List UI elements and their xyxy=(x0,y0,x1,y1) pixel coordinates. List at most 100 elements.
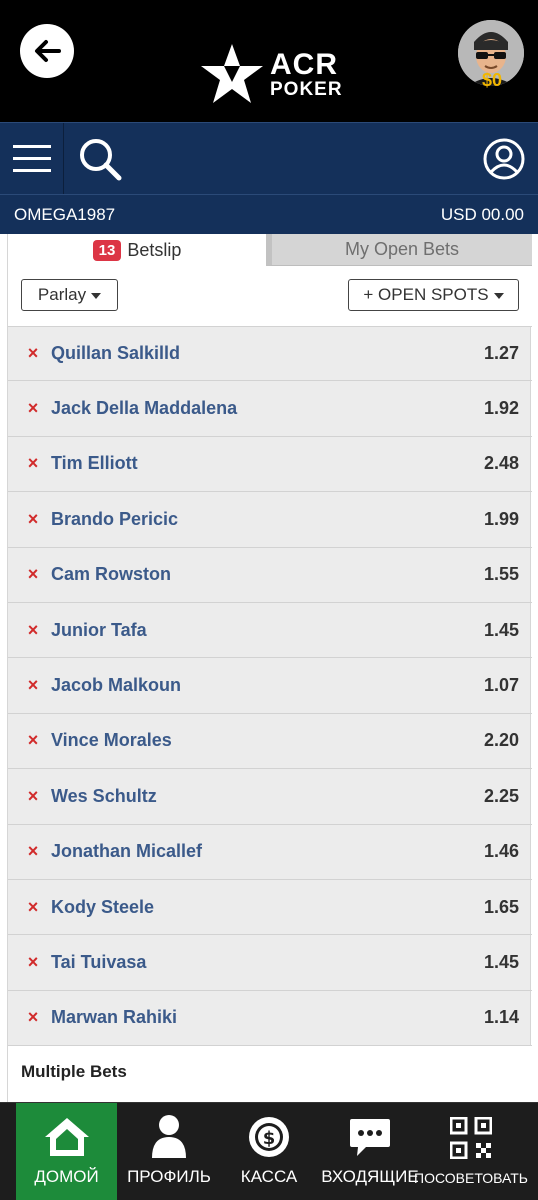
bet-selection-name: Brando Pericic xyxy=(51,508,179,529)
bet-selection-name: Junior Tafa xyxy=(51,619,147,640)
nav-profile[interactable]: ПРОФИЛЬ xyxy=(122,1103,216,1200)
multiple-bets-section: Multiple Bets xyxy=(8,1046,532,1102)
bet-row: × Junior Tafa 1.45 xyxy=(8,603,532,659)
bet-odds: 1.45 xyxy=(483,951,519,972)
bet-type-label: Parlay xyxy=(37,285,87,304)
open-spots-dropdown[interactable]: + OPEN SPOTS xyxy=(348,279,519,311)
bet-selection-name: Wes Schultz xyxy=(51,785,157,806)
user-circle-icon xyxy=(483,138,525,180)
svg-text:$: $ xyxy=(263,1128,276,1149)
remove-bet-icon[interactable]: × xyxy=(26,620,40,641)
bet-odds: 1.99 xyxy=(483,508,519,529)
bet-odds: 2.48 xyxy=(483,453,519,474)
nav-inbox-label: ВХОДЯЩИЕ xyxy=(321,1167,419,1186)
bet-selection-name: Jack Della Maddalena xyxy=(51,398,238,419)
tab-my-open-bets[interactable]: My Open Bets xyxy=(266,234,532,266)
bet-row: × Kody Steele 1.65 xyxy=(8,880,532,936)
hamburger-icon xyxy=(12,144,51,172)
remove-bet-icon[interactable]: × xyxy=(26,841,40,862)
bet-row: × Cam Rowston 1.55 xyxy=(8,548,532,603)
remove-bet-icon[interactable]: × xyxy=(26,730,40,751)
chat-bubble-icon xyxy=(350,1119,390,1156)
bet-selection-name: Jacob Malkoun xyxy=(51,675,182,696)
search-icon xyxy=(80,139,122,181)
remove-bet-icon[interactable]: × xyxy=(26,343,40,364)
bet-selection-name: Kody Steele xyxy=(51,896,155,917)
nav-home[interactable]: ДОМОЙ xyxy=(16,1103,117,1200)
account-bar: OMEGA1987 USD 00.00 xyxy=(0,194,538,234)
tab-betslip[interactable]: 13 Betslip xyxy=(8,234,266,266)
bet-odds: 1.45 xyxy=(483,619,519,640)
nav-inbox[interactable]: ВХОДЯЩИЕ xyxy=(320,1103,420,1200)
account-button[interactable] xyxy=(480,135,528,183)
betslip-tabs: 13 Betslip My Open Bets xyxy=(8,234,532,266)
bet-row: × Tim Elliott 2.48 xyxy=(8,437,532,493)
multiple-bets-heading: Multiple Bets xyxy=(21,1062,127,1081)
bet-selection-name: Marwan Rahiki xyxy=(51,1007,178,1028)
acr-poker-logo: ACR POKER xyxy=(200,42,343,106)
bet-selection-name: Cam Rowston xyxy=(51,564,172,585)
remove-bet-icon[interactable]: × xyxy=(26,1007,40,1028)
bet-type-dropdown[interactable]: Parlay xyxy=(21,279,118,311)
bet-row: × Jacob Malkoun 1.07 xyxy=(8,658,532,714)
remove-bet-icon[interactable]: × xyxy=(26,564,40,585)
bet-row: × Jonathan Micallef 1.46 xyxy=(8,825,532,880)
bet-odds: 1.46 xyxy=(483,841,519,862)
bet-selection-name: Quillan Salkilld xyxy=(51,343,181,364)
bet-odds: 1.92 xyxy=(483,398,519,419)
nav-cashier-label: КАССА xyxy=(240,1167,298,1186)
bet-row: × Jack Della Maddalena 1.92 xyxy=(8,381,532,437)
bet-row: × Wes Schultz 2.25 xyxy=(8,769,532,825)
bet-selection-name: Jonathan Micallef xyxy=(51,841,203,862)
remove-bet-icon[interactable]: × xyxy=(26,509,40,530)
arrow-left-icon xyxy=(35,40,61,62)
nav-refer[interactable]: ПОСОВЕТОВАТЬ xyxy=(414,1103,528,1200)
bottom-nav: ДОМОЙ ПРОФИЛЬ $ КАССА ВХОДЯЩИЕ ПОСОВЕТОВ… xyxy=(0,1102,538,1200)
person-icon xyxy=(152,1115,186,1158)
dollar-coin-icon: $ xyxy=(249,1117,289,1157)
bet-list: × Quillan Salkilld 1.27 × Jack Della Mad… xyxy=(8,326,532,1047)
bet-row: × Quillan Salkilld 1.27 xyxy=(8,326,532,382)
username: OMEGA1987 xyxy=(14,205,116,224)
bet-row: × Marwan Rahiki 1.14 xyxy=(8,991,532,1047)
bet-odds: 2.20 xyxy=(483,730,519,751)
bet-row: × Brando Pericic 1.99 xyxy=(8,492,532,548)
remove-bet-icon[interactable]: × xyxy=(26,897,40,918)
bet-selection-name: Tai Tuivasa xyxy=(51,951,147,972)
bet-row: × Tai Tuivasa 1.45 xyxy=(8,935,532,991)
logo-poker-text: POKER xyxy=(270,78,343,100)
remove-bet-icon[interactable]: × xyxy=(26,675,40,696)
nav-cashier[interactable]: $ КАССА xyxy=(222,1103,316,1200)
top-bar: ACR POKER $0 xyxy=(0,0,538,122)
remove-bet-icon[interactable]: × xyxy=(26,398,40,419)
bet-odds: 1.27 xyxy=(483,343,519,364)
tab-betslip-label: Betslip xyxy=(127,239,182,260)
avatar-balance: $0 xyxy=(481,70,503,90)
bet-row: × Vince Morales 2.20 xyxy=(8,714,532,770)
nav-home-label: ДОМОЙ xyxy=(34,1167,99,1186)
bet-odds: 1.65 xyxy=(483,896,519,917)
betslip-controls: Parlay + OPEN SPOTS xyxy=(8,266,532,326)
caret-down-icon xyxy=(493,293,504,299)
open-spots-label: + OPEN SPOTS xyxy=(363,285,489,304)
betslip-count-badge: 13 xyxy=(92,239,122,261)
home-icon xyxy=(44,1118,89,1156)
tab-open-bets-label: My Open Bets xyxy=(344,239,460,259)
caret-down-icon xyxy=(91,293,102,299)
bet-odds: 2.25 xyxy=(483,785,519,806)
nav-refer-label: ПОСОВЕТОВАТЬ xyxy=(414,1170,528,1186)
remove-bet-icon[interactable]: × xyxy=(26,952,40,973)
remove-bet-icon[interactable]: × xyxy=(26,453,40,474)
logo-acr-text: ACR xyxy=(270,47,338,81)
remove-bet-icon[interactable]: × xyxy=(26,786,40,807)
search-button[interactable] xyxy=(72,131,128,187)
betslip-panel: 13 Betslip My Open Bets Parlay + OPEN SP… xyxy=(7,234,532,1102)
account-balance: USD 00.00 xyxy=(440,205,524,224)
menu-button[interactable] xyxy=(0,123,64,194)
nav-bar xyxy=(0,122,538,194)
bet-odds: 1.55 xyxy=(483,564,519,585)
qr-code-icon xyxy=(450,1117,492,1159)
back-button[interactable] xyxy=(20,24,74,78)
star-logo-icon xyxy=(201,44,263,103)
nav-profile-label: ПРОФИЛЬ xyxy=(127,1167,211,1186)
